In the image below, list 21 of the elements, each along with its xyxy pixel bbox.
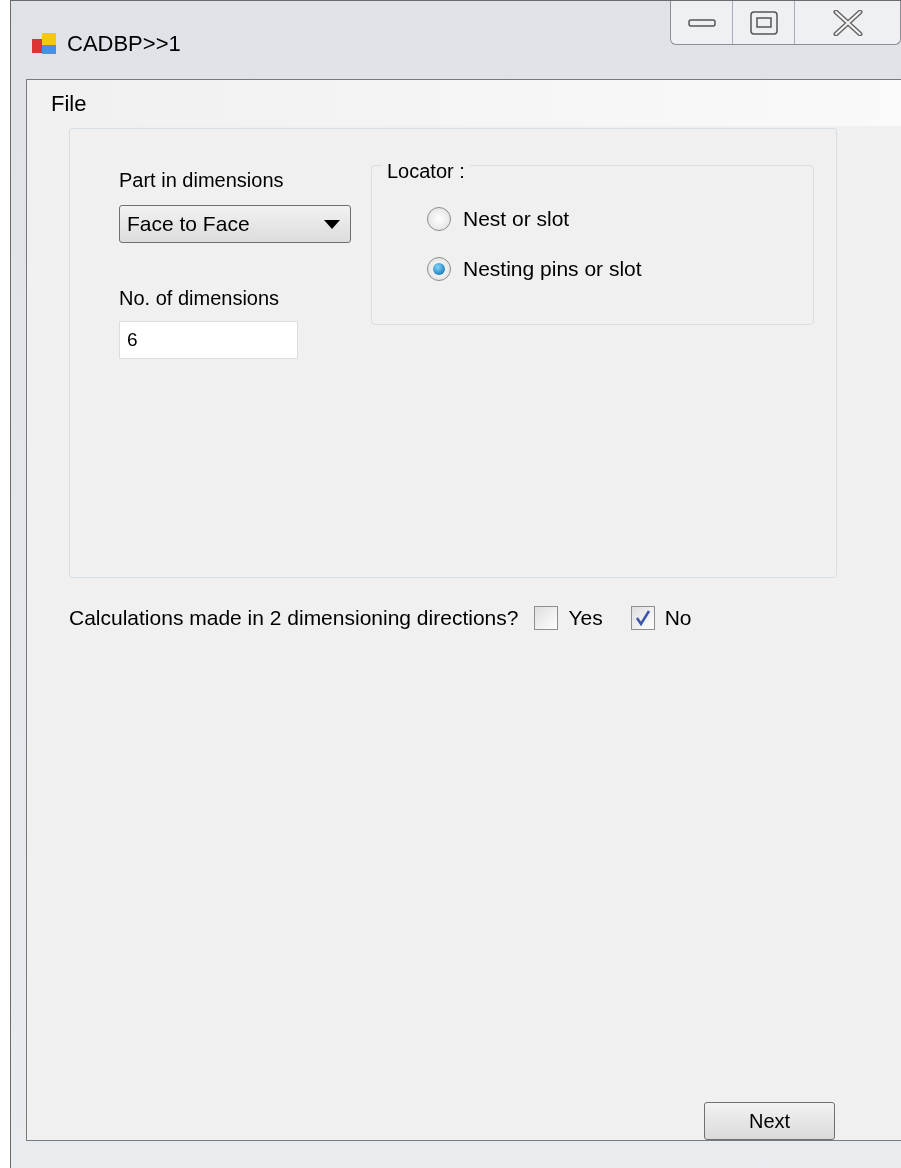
radio-label: Nesting pins or slot xyxy=(463,256,642,283)
radio-label: Nest or slot xyxy=(463,206,570,233)
minimize-icon xyxy=(687,17,716,28)
dropdown[interactable]: Face to Face xyxy=(119,205,351,243)
input-field[interactable]: 6 xyxy=(119,321,298,359)
close-icon xyxy=(832,9,863,36)
field-label: Part in dimensions xyxy=(119,168,285,193)
checkbox-label: No xyxy=(664,605,692,631)
app-icon xyxy=(31,30,57,57)
menu-item[interactable]: File xyxy=(45,86,93,120)
caret-icon xyxy=(324,219,340,229)
window-title: CADBP>>1 xyxy=(67,30,181,58)
maximize-icon xyxy=(749,10,778,35)
checkbox[interactable] xyxy=(630,605,655,630)
next-button[interactable]: Next xyxy=(704,1102,835,1140)
checkbox-label: Yes xyxy=(568,605,603,631)
question-text: Calculations made in 2 dimensioning directions? xyxy=(69,605,519,631)
checkbox[interactable] xyxy=(534,605,559,630)
radio-button[interactable] xyxy=(427,207,451,231)
radio-button[interactable] xyxy=(427,257,451,281)
field-label: No. of dimensions xyxy=(119,286,281,311)
